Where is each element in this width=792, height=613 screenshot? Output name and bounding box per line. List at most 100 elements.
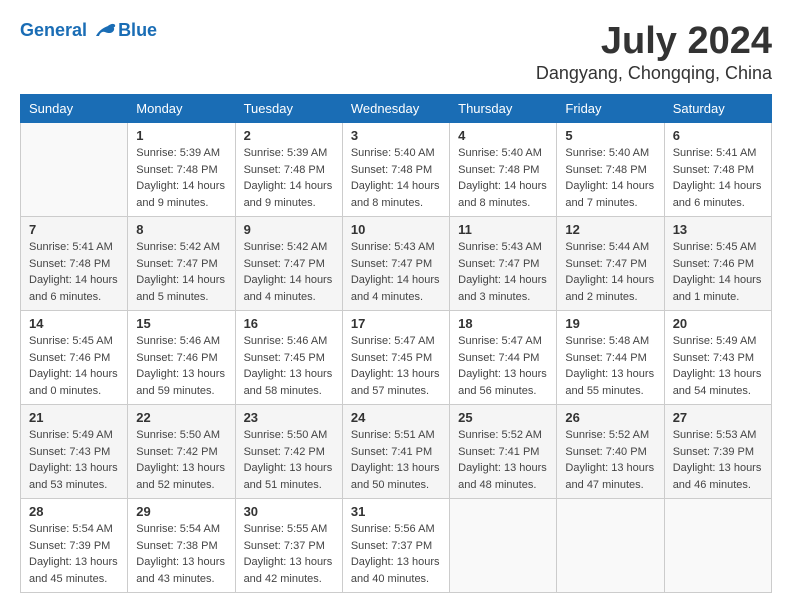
date-number: 22 <box>136 410 226 425</box>
cell-info: Sunrise: 5:41 AM Sunset: 7:48 PM Dayligh… <box>29 239 119 305</box>
calendar-row-3: 21 Sunrise: 5:49 AM Sunset: 7:43 PM Dayli… <box>21 405 772 499</box>
date-number: 8 <box>136 222 226 237</box>
cell-info: Sunrise: 5:53 AM Sunset: 7:39 PM Dayligh… <box>673 427 763 493</box>
calendar-cell: 28Sunrise: 5:54 AM Sunset: 7:39 PM Dayli… <box>21 499 128 593</box>
column-header-sunday: Sunday <box>21 95 128 123</box>
cell-info: Sunrise: 5:54 AM Sunset: 7:39 PM Dayligh… <box>29 521 119 587</box>
calendar-cell: 1Sunrise: 5:39 AM Sunset: 7:48 PM Daylig… <box>128 123 235 217</box>
date-number: 14 <box>29 316 119 331</box>
cell-info: Sunrise: 5:40 AM Sunset: 7:48 PM Dayligh… <box>351 145 441 211</box>
date-number: 27 <box>673 410 763 425</box>
calendar-table: SundayMondayTuesdayWednesdayThursdayFrid… <box>20 94 772 593</box>
logo-blue-text: Blue <box>118 20 157 41</box>
calendar-cell: 9 Sunrise: 5:42 AM Sunset: 7:47 PM Daylig… <box>235 217 342 311</box>
calendar-cell: 22 Sunrise: 5:50 AM Sunset: 7:42 PM Dayli… <box>128 405 235 499</box>
date-number: 29 <box>136 504 226 519</box>
date-number: 12 <box>565 222 655 237</box>
cell-info: Sunrise: 5:47 AM Sunset: 7:45 PM Dayligh… <box>351 333 441 399</box>
date-number: 5 <box>565 128 655 143</box>
date-number: 2 <box>244 128 334 143</box>
calendar-cell <box>557 499 664 593</box>
calendar-row-4: 28Sunrise: 5:54 AM Sunset: 7:39 PM Dayli… <box>21 499 772 593</box>
calendar-cell: 18 Sunrise: 5:47 AM Sunset: 7:44 PM Dayli… <box>450 311 557 405</box>
date-number: 20 <box>673 316 763 331</box>
date-number: 26 <box>565 410 655 425</box>
calendar-cell: 3 Sunrise: 5:40 AM Sunset: 7:48 PM Daylig… <box>342 123 449 217</box>
column-header-monday: Monday <box>128 95 235 123</box>
date-number: 3 <box>351 128 441 143</box>
date-number: 17 <box>351 316 441 331</box>
calendar-cell: 19Sunrise: 5:48 AM Sunset: 7:44 PM Dayli… <box>557 311 664 405</box>
date-number: 21 <box>29 410 119 425</box>
column-header-wednesday: Wednesday <box>342 95 449 123</box>
column-header-saturday: Saturday <box>664 95 771 123</box>
calendar-cell: 24Sunrise: 5:51 AM Sunset: 7:41 PM Dayli… <box>342 405 449 499</box>
calendar-cell: 16 Sunrise: 5:46 AM Sunset: 7:45 PM Dayli… <box>235 311 342 405</box>
cell-info: Sunrise: 5:52 AM Sunset: 7:41 PM Dayligh… <box>458 427 548 493</box>
date-number: 30 <box>244 504 334 519</box>
calendar-header-row: SundayMondayTuesdayWednesdayThursdayFrid… <box>21 95 772 123</box>
date-number: 11 <box>458 222 548 237</box>
logo-bird-icon <box>94 22 116 40</box>
cell-info: Sunrise: 5:43 AM Sunset: 7:47 PM Dayligh… <box>351 239 441 305</box>
calendar-cell <box>21 123 128 217</box>
main-title: July 2024 <box>536 20 772 63</box>
date-number: 16 <box>244 316 334 331</box>
cell-info: Sunrise: 5:52 AM Sunset: 7:40 PM Dayligh… <box>565 427 655 493</box>
cell-info: Sunrise: 5:39 AM Sunset: 7:48 PM Dayligh… <box>244 145 334 211</box>
calendar-cell: 15Sunrise: 5:46 AM Sunset: 7:46 PM Dayli… <box>128 311 235 405</box>
cell-info: Sunrise: 5:50 AM Sunset: 7:42 PM Dayligh… <box>136 427 226 493</box>
cell-info: Sunrise: 5:44 AM Sunset: 7:47 PM Dayligh… <box>565 239 655 305</box>
calendar-cell: 5 Sunrise: 5:40 AM Sunset: 7:48 PM Daylig… <box>557 123 664 217</box>
calendar-cell: 20 Sunrise: 5:49 AM Sunset: 7:43 PM Dayli… <box>664 311 771 405</box>
date-number: 25 <box>458 410 548 425</box>
calendar-cell: 4 Sunrise: 5:40 AM Sunset: 7:48 PM Daylig… <box>450 123 557 217</box>
date-number: 23 <box>244 410 334 425</box>
date-number: 13 <box>673 222 763 237</box>
calendar-cell: 14Sunrise: 5:45 AM Sunset: 7:46 PM Dayli… <box>21 311 128 405</box>
date-number: 10 <box>351 222 441 237</box>
calendar-cell: 17 Sunrise: 5:47 AM Sunset: 7:45 PM Dayli… <box>342 311 449 405</box>
calendar-cell: 2 Sunrise: 5:39 AM Sunset: 7:48 PM Daylig… <box>235 123 342 217</box>
logo: General Blue <box>20 20 157 41</box>
date-number: 31 <box>351 504 441 519</box>
cell-info: Sunrise: 5:48 AM Sunset: 7:44 PM Dayligh… <box>565 333 655 399</box>
calendar-cell: 13 Sunrise: 5:45 AM Sunset: 7:46 PM Dayli… <box>664 217 771 311</box>
date-number: 4 <box>458 128 548 143</box>
calendar-cell: 6Sunrise: 5:41 AM Sunset: 7:48 PM Daylig… <box>664 123 771 217</box>
calendar-cell: 27 Sunrise: 5:53 AM Sunset: 7:39 PM Dayli… <box>664 405 771 499</box>
cell-info: Sunrise: 5:45 AM Sunset: 7:46 PM Dayligh… <box>673 239 763 305</box>
calendar-cell: 30 Sunrise: 5:55 AM Sunset: 7:37 PM Dayli… <box>235 499 342 593</box>
cell-info: Sunrise: 5:42 AM Sunset: 7:47 PM Dayligh… <box>136 239 226 305</box>
cell-info: Sunrise: 5:56 AM Sunset: 7:37 PM Dayligh… <box>351 521 441 587</box>
title-area: July 2024 Dangyang, Chongqing, China <box>536 20 772 84</box>
subtitle: Dangyang, Chongqing, China <box>536 63 772 84</box>
cell-info: Sunrise: 5:55 AM Sunset: 7:37 PM Dayligh… <box>244 521 334 587</box>
cell-info: Sunrise: 5:50 AM Sunset: 7:42 PM Dayligh… <box>244 427 334 493</box>
cell-info: Sunrise: 5:49 AM Sunset: 7:43 PM Dayligh… <box>29 427 119 493</box>
page-header: General Blue July 2024 Dangyang, Chongqi… <box>20 20 772 84</box>
date-number: 9 <box>244 222 334 237</box>
cell-info: Sunrise: 5:47 AM Sunset: 7:44 PM Dayligh… <box>458 333 548 399</box>
cell-info: Sunrise: 5:46 AM Sunset: 7:45 PM Dayligh… <box>244 333 334 399</box>
date-number: 7 <box>29 222 119 237</box>
calendar-cell: 31 Sunrise: 5:56 AM Sunset: 7:37 PM Dayli… <box>342 499 449 593</box>
cell-info: Sunrise: 5:40 AM Sunset: 7:48 PM Dayligh… <box>565 145 655 211</box>
column-header-thursday: Thursday <box>450 95 557 123</box>
cell-info: Sunrise: 5:40 AM Sunset: 7:48 PM Dayligh… <box>458 145 548 211</box>
cell-info: Sunrise: 5:49 AM Sunset: 7:43 PM Dayligh… <box>673 333 763 399</box>
cell-info: Sunrise: 5:54 AM Sunset: 7:38 PM Dayligh… <box>136 521 226 587</box>
column-header-friday: Friday <box>557 95 664 123</box>
date-number: 18 <box>458 316 548 331</box>
calendar-cell: 12 Sunrise: 5:44 AM Sunset: 7:47 PM Dayli… <box>557 217 664 311</box>
cell-info: Sunrise: 5:42 AM Sunset: 7:47 PM Dayligh… <box>244 239 334 305</box>
calendar-cell: 11Sunrise: 5:43 AM Sunset: 7:47 PM Dayli… <box>450 217 557 311</box>
calendar-cell <box>450 499 557 593</box>
calendar-cell: 29 Sunrise: 5:54 AM Sunset: 7:38 PM Dayli… <box>128 499 235 593</box>
calendar-row-0: 1 Sunrise: 5:39 AM Sunset: 7:48 PM Daylig… <box>21 123 772 217</box>
cell-info: Sunrise: 5:41 AM Sunset: 7:48 PM Dayligh… <box>673 145 763 211</box>
cell-info: Sunrise: 5:46 AM Sunset: 7:46 PM Dayligh… <box>136 333 226 399</box>
calendar-row-2: 14Sunrise: 5:45 AM Sunset: 7:46 PM Dayli… <box>21 311 772 405</box>
date-number: 1 <box>136 128 226 143</box>
cell-info: Sunrise: 5:51 AM Sunset: 7:41 PM Dayligh… <box>351 427 441 493</box>
